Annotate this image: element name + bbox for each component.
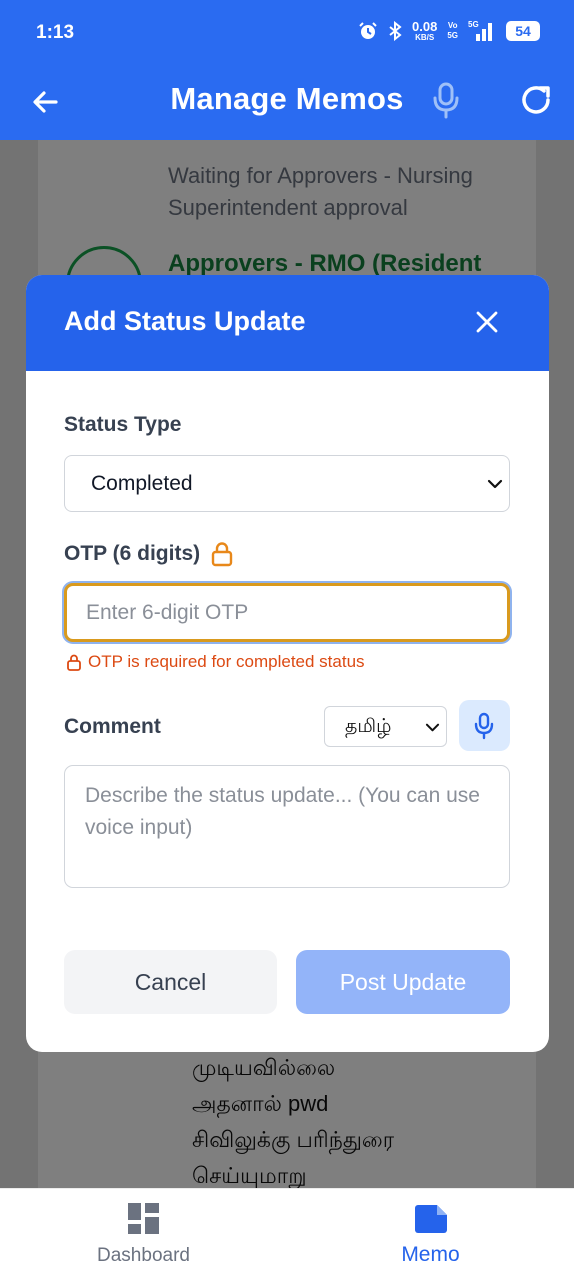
- voice-input-button[interactable]: [459, 700, 510, 751]
- comment-textarea[interactable]: Describe the status update... (You can u…: [64, 765, 510, 888]
- otp-label-row: OTP (6 digits): [64, 541, 234, 567]
- status-update-dialog: Add Status Update Status Type Completed …: [26, 275, 549, 1052]
- nav-label-memo: Memo: [401, 1243, 460, 1266]
- dashboard-icon: [128, 1203, 159, 1234]
- comment-placeholder: Describe the status update... (You can u…: [85, 784, 480, 839]
- refresh-icon[interactable]: [518, 80, 556, 120]
- chevron-down-icon: [425, 723, 440, 732]
- comment-label: Comment: [64, 715, 161, 738]
- status-type-value: Completed: [91, 472, 193, 495]
- status-bar: 1:13 0.08 KB/S Vo 5G 5G 54: [0, 0, 574, 64]
- app-bar: Manage Memos: [0, 64, 574, 140]
- page-title: Manage Memos: [170, 81, 404, 116]
- nav-label-dashboard: Dashboard: [97, 1245, 190, 1266]
- alarm-icon: [359, 22, 377, 39]
- microphone-icon: [474, 712, 494, 740]
- signal-icon: 5G: [468, 20, 496, 42]
- language-value: தமிழ்: [345, 716, 392, 737]
- nav-item-memo[interactable]: Memo: [287, 1189, 574, 1280]
- bluetooth-icon: [389, 21, 402, 41]
- cancel-button[interactable]: Cancel: [64, 950, 277, 1014]
- net-speed: 0.08 KB/S: [412, 18, 438, 42]
- close-icon[interactable]: [473, 308, 501, 336]
- memo-icon: [415, 1205, 447, 1233]
- lock-icon: [211, 542, 233, 567]
- nav-item-dashboard[interactable]: Dashboard: [0, 1189, 287, 1280]
- dialog-title: Add Status Update: [64, 306, 306, 336]
- language-select[interactable]: தமிழ்: [324, 706, 447, 747]
- otp-label: OTP (6 digits): [64, 542, 201, 565]
- otp-error-message: OTP is required for completed status: [66, 652, 365, 672]
- status-icons: 0.08 KB/S Vo 5G 5G 54: [358, 20, 540, 42]
- otp-input[interactable]: Enter 6-digit OTP: [64, 583, 510, 642]
- status-type-select[interactable]: Completed: [64, 455, 510, 512]
- otp-error-text: OTP is required for completed status: [88, 652, 365, 671]
- chevron-down-icon: [487, 479, 503, 489]
- microphone-icon[interactable]: [430, 80, 462, 120]
- post-update-button[interactable]: Post Update: [296, 950, 510, 1014]
- status-time: 1:13: [36, 22, 75, 43]
- status-type-label: Status Type: [64, 413, 182, 436]
- battery-indicator: 54: [506, 21, 540, 41]
- dialog-header: Add Status Update: [26, 275, 549, 371]
- bottom-navigation: Dashboard Memo: [0, 1188, 574, 1280]
- otp-placeholder: Enter 6-digit OTP: [86, 601, 249, 624]
- lock-icon: [67, 654, 81, 671]
- volte-indicator: Vo 5G: [447, 21, 458, 40]
